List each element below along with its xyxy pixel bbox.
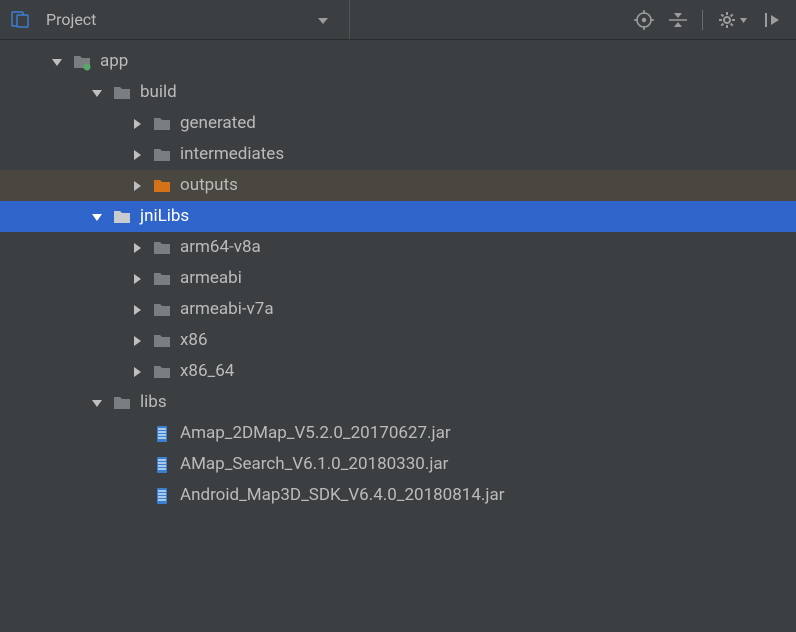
folder-icon <box>152 269 172 289</box>
expander-right-icon[interactable] <box>128 301 146 319</box>
folder-icon <box>112 393 132 413</box>
folder-icon <box>152 362 172 382</box>
tree-item-jar[interactable]: AMap_Search_V6.1.0_20180330.jar <box>0 449 796 480</box>
tree-label: generated <box>180 115 256 132</box>
tree-item-arm64-v8a[interactable]: arm64-v8a <box>0 232 796 263</box>
tree-item-intermediates[interactable]: intermediates <box>0 139 796 170</box>
collapse-all-button[interactable] <box>668 10 688 30</box>
tree-label: x86_64 <box>180 363 234 380</box>
tree-label: arm64-v8a <box>180 239 261 256</box>
jar-icon <box>152 486 172 506</box>
expander-down-icon[interactable] <box>48 53 66 71</box>
tree-item-jar[interactable]: Android_Map3D_SDK_V6.4.0_20180814.jar <box>0 480 796 511</box>
tree-label: armeabi-v7a <box>180 301 274 318</box>
folder-icon <box>152 331 172 351</box>
tree-label: AMap_Search_V6.1.0_20180330.jar <box>180 456 448 473</box>
tree-item-x86-64[interactable]: x86_64 <box>0 356 796 387</box>
expander-right-icon[interactable] <box>128 146 146 164</box>
tree-item-armeabi-v7a[interactable]: armeabi-v7a <box>0 294 796 325</box>
expander-right-icon[interactable] <box>128 115 146 133</box>
tree-label: build <box>140 84 177 101</box>
scroll-to-source-button[interactable] <box>634 10 654 30</box>
folder-icon <box>152 300 172 320</box>
tree-item-armeabi[interactable]: armeabi <box>0 263 796 294</box>
tree-label: Android_Map3D_SDK_V6.4.0_20180814.jar <box>180 487 504 504</box>
project-view-selector[interactable]: Project <box>10 0 350 39</box>
chevron-down-icon <box>315 12 331 28</box>
jar-icon <box>152 424 172 444</box>
expander-right-icon[interactable] <box>128 332 146 350</box>
module-icon <box>72 52 92 72</box>
project-icon <box>10 10 30 30</box>
tree-item-generated[interactable]: generated <box>0 108 796 139</box>
tree-label: armeabi <box>180 270 242 287</box>
expander-right-icon[interactable] <box>128 363 146 381</box>
tree-item-jnilibs[interactable]: jniLibs <box>0 201 796 232</box>
tree-label: x86 <box>180 332 208 349</box>
folder-icon <box>152 145 172 165</box>
tree-item-x86[interactable]: x86 <box>0 325 796 356</box>
toolbar-title: Project <box>46 10 96 29</box>
expander-right-icon[interactable] <box>128 239 146 257</box>
toolbar-actions <box>634 10 786 30</box>
tree-label: intermediates <box>180 146 284 163</box>
toolbar-divider <box>702 10 703 30</box>
folder-icon <box>152 238 172 258</box>
tree-label: app <box>100 53 128 70</box>
project-toolbar: Project <box>0 0 796 40</box>
folder-icon <box>152 114 172 134</box>
hide-panel-button[interactable] <box>762 10 782 30</box>
tree-label: Amap_2DMap_V5.2.0_20170627.jar <box>180 425 451 442</box>
folder-icon <box>112 83 132 103</box>
expander-right-icon[interactable] <box>128 270 146 288</box>
tree-item-outputs[interactable]: outputs <box>0 170 796 201</box>
tree-item-libs[interactable]: libs <box>0 387 796 418</box>
expander-down-icon[interactable] <box>88 208 106 226</box>
tree-item-jar[interactable]: Amap_2DMap_V5.2.0_20170627.jar <box>0 418 796 449</box>
folder-icon <box>112 207 132 227</box>
project-tree[interactable]: app build generated intermediates output… <box>0 40 796 511</box>
jar-icon <box>152 455 172 475</box>
tree-item-build[interactable]: build <box>0 77 796 108</box>
expander-right-icon[interactable] <box>128 177 146 195</box>
expander-down-icon[interactable] <box>88 84 106 102</box>
folder-icon <box>152 176 172 196</box>
tree-label: libs <box>140 394 167 411</box>
tree-label: jniLibs <box>140 208 189 225</box>
tree-label: outputs <box>180 177 238 194</box>
expander-down-icon[interactable] <box>88 394 106 412</box>
settings-button[interactable] <box>717 10 748 30</box>
tree-item-app[interactable]: app <box>0 46 796 77</box>
